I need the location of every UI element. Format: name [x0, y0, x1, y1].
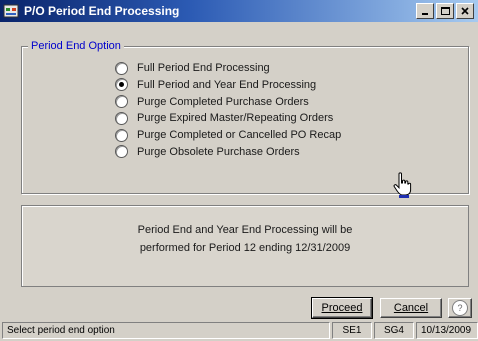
- radio-label: Purge Completed or Cancelled PO Recap: [137, 129, 342, 142]
- radio-label: Full Period and Year End Processing: [137, 78, 317, 91]
- app-icon: [3, 4, 19, 18]
- status-company: SE1: [332, 322, 372, 339]
- radio-label: Full Period End Processing: [137, 62, 270, 74]
- status-message: Select period end option: [2, 322, 330, 339]
- radio-option[interactable]: Purge Completed Purchase Orders: [115, 94, 341, 110]
- message-panel: Period End and Year End Processing will …: [21, 205, 469, 287]
- radio-button[interactable]: [115, 128, 128, 142]
- status-bar: Select period end option SE1 SG4 10/13/2…: [2, 322, 478, 340]
- radio-option[interactable]: Full Period End Processing: [115, 60, 341, 76]
- radio-option[interactable]: Full Period and Year End Processing: [115, 77, 341, 93]
- group-legend: Period End Option: [28, 40, 124, 52]
- radio-option[interactable]: Purge Expired Master/Repeating Orders: [115, 110, 341, 126]
- proceed-button[interactable]: Proceed: [311, 297, 373, 319]
- status-user: SG4: [374, 322, 414, 339]
- cancel-button[interactable]: Cancel: [380, 298, 442, 318]
- radio-list: Full Period End Processing Full Period an…: [115, 60, 341, 161]
- radio-button[interactable]: [115, 61, 128, 75]
- help-button[interactable]: ?: [448, 298, 472, 318]
- hand-cursor-icon: [393, 172, 412, 198]
- radio-label: Purge Expired Master/Repeating Orders: [137, 112, 334, 125]
- message-line-2: performed for Period 12 ending 12/31/200…: [139, 242, 351, 254]
- radio-option[interactable]: Purge Obsolete Purchase Orders: [115, 144, 341, 160]
- radio-button[interactable]: [115, 95, 128, 109]
- radio-button[interactable]: [115, 111, 128, 125]
- help-icon: ?: [452, 300, 468, 316]
- status-date: 10/13/2009: [416, 322, 478, 339]
- period-end-window: P/O Period End Processing Period End Opt…: [0, 0, 478, 341]
- radio-button[interactable]: [115, 78, 128, 92]
- radio-button[interactable]: [115, 145, 128, 159]
- radio-option[interactable]: Purge Completed or Cancelled PO Recap: [115, 127, 341, 143]
- close-icon[interactable]: [456, 3, 474, 19]
- message-line-1: Period End and Year End Processing will …: [137, 224, 353, 236]
- minimize-icon[interactable]: [416, 3, 434, 19]
- title-bar[interactable]: P/O Period End Processing: [0, 0, 478, 22]
- radio-label: Purge Obsolete Purchase Orders: [137, 145, 300, 158]
- radio-label: Purge Completed Purchase Orders: [137, 95, 309, 108]
- window-title: P/O Period End Processing: [24, 4, 180, 18]
- maximize-icon[interactable]: [436, 3, 454, 19]
